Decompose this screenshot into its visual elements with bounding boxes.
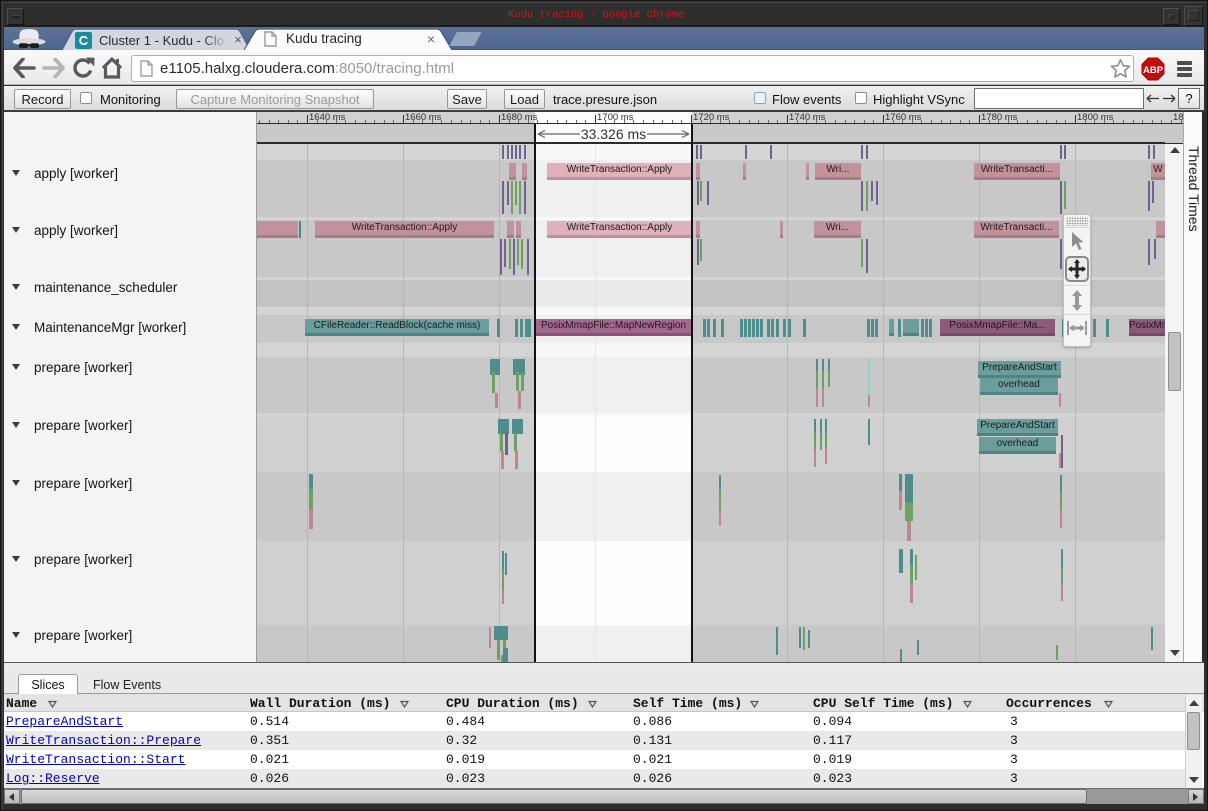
svg-text:ABP: ABP xyxy=(1143,65,1164,76)
